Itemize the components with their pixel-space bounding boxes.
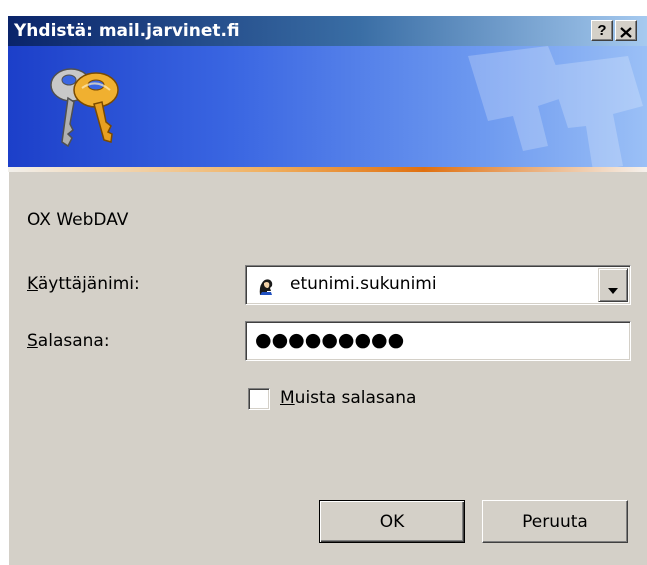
header-banner xyxy=(8,46,647,167)
remember-password-label[interactable]: Muista salasana xyxy=(280,388,416,408)
connect-dialog: Yhdistä: mail.jarvinet.fi ? OX WebDAV Kä… xyxy=(7,16,647,565)
username-combobox[interactable]: etunimi.sukunimi xyxy=(245,265,631,305)
username-label: Käyttäjänimi: xyxy=(27,274,140,294)
banner-accent-line xyxy=(8,167,647,172)
help-button[interactable]: ? xyxy=(591,20,613,41)
window-title: Yhdistä: mail.jarvinet.fi xyxy=(14,21,240,41)
ok-button[interactable]: OK xyxy=(319,500,465,543)
password-field[interactable]: ●●●●●●●●● xyxy=(245,321,631,361)
title-bar[interactable]: Yhdistä: mail.jarvinet.fi ? xyxy=(8,16,647,46)
username-dropdown-button[interactable] xyxy=(598,268,628,302)
password-label: Salasana: xyxy=(27,331,110,351)
close-button[interactable] xyxy=(615,20,637,41)
cancel-button[interactable]: Peruuta xyxy=(482,500,628,543)
remember-password-checkbox[interactable] xyxy=(248,388,270,410)
username-value: etunimi.sukunimi xyxy=(290,274,437,294)
close-icon xyxy=(620,26,632,38)
user-icon xyxy=(256,276,276,296)
server-label: OX WebDAV xyxy=(27,210,129,230)
keys-icon xyxy=(50,68,119,148)
password-masked-value: ●●●●●●●●● xyxy=(255,329,405,351)
keys-watermark-icon xyxy=(468,46,643,167)
chevron-down-icon xyxy=(608,288,618,294)
